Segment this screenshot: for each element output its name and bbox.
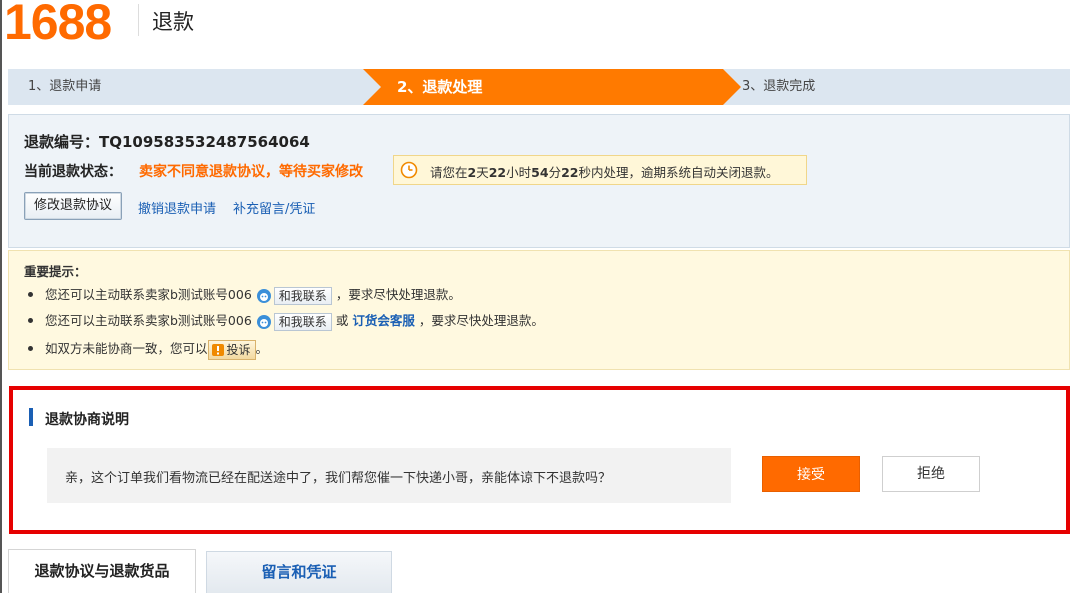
chat-icon[interactable] (256, 314, 272, 330)
countdown-suffix: 秒内处理，逾期系统自动关闭退款。 (578, 165, 779, 180)
tip-2-or: 或 (335, 313, 349, 328)
refund-id-row: 退款编号：TQ109583532487564064 (24, 131, 310, 152)
countdown-notice: 请您在2天22小时54分22秒内处理，逾期系统自动关闭退款。 (393, 155, 807, 185)
countdown-days: 2 (467, 165, 477, 180)
complain-label: 投诉 (226, 342, 251, 357)
refund-negotiation-panel: 退款协商说明 亲，这个订单我们看物流已经在配送途中了，我们帮您催一下快递小哥，亲… (9, 386, 1070, 534)
supplement-evidence-link[interactable]: 补充留言/凭证 (233, 198, 315, 217)
countdown-minutes: 54 (531, 165, 549, 180)
refund-info-panel: 退款编号：TQ109583532487564064 当前退款状态： 卖家不同意退… (8, 114, 1070, 248)
countdown-hours: 22 (488, 165, 507, 180)
countdown-text: 请您在2天22小时54分22秒内处理，逾期系统自动关闭退款。 (430, 162, 779, 181)
accept-button[interactable]: 接受 (762, 456, 860, 492)
window-edge (0, 0, 2, 593)
negotiation-title: 退款协商说明 (45, 412, 129, 428)
bullet-icon (28, 318, 33, 323)
tip-2-text: 您还可以主动联系卖家b测试账号006 (45, 313, 252, 328)
chat-icon[interactable] (256, 288, 272, 304)
tab-refund-agreement-goods[interactable]: 退款协议与退款货品 (8, 549, 196, 593)
clock-icon (400, 161, 418, 179)
tip-contact-service: 您还可以主动联系卖家b测试账号006 和我联系或订货会客服 ，要求尽快处理退款。 (24, 310, 544, 332)
brand-logo[interactable]: 1688 (4, 0, 112, 50)
refund-status-label: 当前退款状态： (24, 164, 122, 180)
tips-title: 重要提示： (24, 264, 87, 279)
refund-id-label: 退款编号： (24, 133, 100, 151)
important-tips-panel: 重要提示： 您还可以主动联系卖家b测试账号006 和我联系 ，要求尽快处理退款。 您… (8, 250, 1070, 370)
refund-progress-steps: 1、退款申请 2、退款处理 3、退款完成 (8, 69, 1070, 105)
countdown-prefix: 请您在 (430, 165, 468, 180)
refund-id-value: TQ109583532487564064 (99, 133, 310, 151)
tip-contact-seller: 您还可以主动联系卖家b测试账号006 和我联系 ，要求尽快处理退款。 (24, 284, 461, 306)
page-header: 1688 退款 (0, 0, 1071, 50)
complain-icon (211, 344, 224, 356)
order-fair-service-link[interactable]: 订货会客服 (352, 313, 415, 328)
refund-status-value: 卖家不同意退款协议，等待买家修改 (139, 164, 363, 180)
bullet-icon (28, 346, 33, 351)
tip-complain: 如双方未能协商一致，您可以 投诉。 (24, 338, 268, 360)
bullet-icon (28, 292, 33, 297)
negotiation-message: 亲，这个订单我们看物流已经在配送途中了，我们帮您催一下快递小哥，亲能体谅下不退款… (65, 471, 612, 486)
complain-button[interactable]: 投诉 (207, 339, 256, 360)
section-marker (29, 408, 33, 426)
header-divider (138, 4, 139, 36)
tip-3-suffix: 。 (255, 341, 269, 356)
negotiation-message-box: 亲，这个订单我们看物流已经在配送途中了，我们帮您催一下快递小哥，亲能体谅下不退款… (47, 448, 731, 503)
tip-2-suffix: ，要求尽快处理退款。 (418, 313, 544, 328)
countdown-minutes-unit: 分 (548, 165, 562, 180)
countdown-seconds: 22 (561, 165, 579, 180)
contact-me-button[interactable]: 和我联系 (273, 286, 332, 305)
step-processing-active: 2、退款处理 (363, 69, 741, 105)
tip-1-text: 您还可以主动联系卖家b测试账号006 (45, 287, 252, 302)
cancel-refund-link[interactable]: 撤销退款申请 (138, 198, 216, 217)
countdown-days-unit: 天 (476, 165, 489, 180)
tab-messages-evidence[interactable]: 留言和凭证 (206, 551, 392, 593)
reject-button[interactable]: 拒绝 (882, 456, 980, 492)
contact-me-button[interactable]: 和我联系 (273, 312, 332, 331)
tip-1-suffix: ，要求尽快处理退款。 (335, 287, 461, 302)
tip-3-text: 如双方未能协商一致，您可以 (45, 341, 208, 356)
page-title: 退款 (152, 10, 194, 34)
step-complete: 3、退款完成 (742, 79, 816, 94)
step-apply: 1、退款申请 (28, 79, 102, 94)
step-processing-label: 2、退款处理 (397, 78, 483, 96)
countdown-hours-unit: 小时 (506, 165, 532, 180)
modify-agreement-button[interactable]: 修改退款协议 (24, 192, 122, 220)
